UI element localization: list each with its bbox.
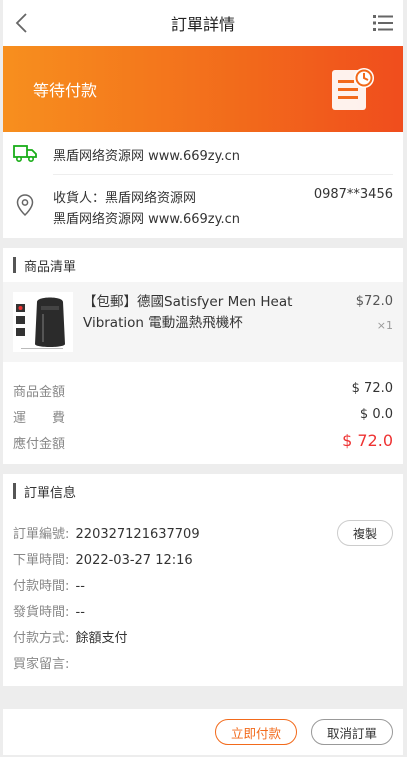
page-title: 訂單詳情 (170, 15, 235, 34)
top-header: 訂單詳情 (3, 0, 403, 46)
product-item[interactable]: 【包郵】德國Satisfyer Men Heat Vibration 電動溫熱飛… (3, 282, 403, 362)
payable-label: 應付金額 (13, 437, 66, 452)
shipping-card: 黑盾网络资源网 www.669zy.cn 收貨人：黑盾网络资源网 0987**3… (3, 132, 403, 238)
paid-time-label: 付款時間: (13, 579, 70, 594)
shipping-info: 黑盾网络资源网 www.669zy.cn (53, 149, 240, 164)
status-banner: 等待付款 (3, 46, 403, 132)
copy-button[interactable]: 複製 (337, 520, 393, 546)
truck-icon (13, 145, 37, 163)
goods-section-header: 商品清單 (3, 248, 403, 282)
payable-value: $ 72.0 (342, 431, 393, 450)
receiver-address: 黑盾网络资源网 www.669zy.cn (53, 212, 240, 227)
section-marker (13, 483, 16, 499)
product-price: $72.0 (355, 294, 393, 309)
amount-summary: 商品金額 $ 72.0 運費 $ 0.0 應付金額 $ 72.0 (3, 362, 403, 464)
shipping-row: 黑盾网络资源网 www.669zy.cn (3, 132, 403, 174)
action-bar: 立即付款 取消訂單 (3, 709, 403, 755)
cancel-order-button[interactable]: 取消訂單 (311, 719, 393, 745)
list-menu-icon[interactable] (373, 14, 393, 32)
order-number-row: 訂單編號: 220327121637709 (13, 523, 200, 543)
payment-method-label: 付款方式: (13, 631, 70, 646)
goods-amount-value: $ 72.0 (351, 381, 393, 396)
paid-time-row: 付款時間: -- (13, 575, 85, 595)
paid-time: -- (75, 579, 85, 594)
section-marker (13, 257, 16, 273)
shipped-time: -- (75, 605, 85, 620)
shipping-fee-label: 運費 (13, 411, 92, 426)
buyer-remark-label: 買家留言: (13, 657, 70, 672)
order-number: 220327121637709 (75, 527, 200, 542)
product-image[interactable] (13, 292, 73, 352)
order-number-label: 訂單編號: (13, 527, 70, 542)
goods-amount-row: 商品金額 $ 72.0 (13, 381, 393, 401)
order-clock-icon (332, 68, 374, 110)
section-title: 訂單信息 (24, 485, 77, 501)
payment-method-row: 付款方式: 餘額支付 (13, 627, 128, 647)
pay-now-button[interactable]: 立即付款 (215, 719, 297, 745)
chevron-left-icon[interactable] (13, 12, 33, 34)
divider (53, 174, 393, 175)
shipping-fee-row: 運費 $ 0.0 (13, 407, 393, 427)
product-quantity: ×1 (376, 319, 393, 332)
section-title: 商品清單 (24, 259, 77, 275)
goods-amount-label: 商品金額 (13, 385, 66, 400)
order-status: 等待付款 (33, 81, 98, 100)
order-info: 訂單編號: 220327121637709 複製 下單時間: 2022-03-2… (3, 508, 403, 686)
shipped-time-label: 發貨時間: (13, 605, 70, 620)
product-name[interactable]: 【包郵】德國Satisfyer Men Heat Vibration 電動溫熱飛… (83, 292, 323, 334)
created-time-row: 下單時間: 2022-03-27 12:16 (13, 549, 193, 569)
shipped-time-row: 發貨時間: -- (13, 601, 85, 621)
shipping-fee-value: $ 0.0 (359, 407, 393, 422)
payment-method: 餘額支付 (75, 631, 128, 646)
location-pin-icon (16, 194, 34, 216)
payable-row: 應付金額 $ 72.0 (13, 431, 393, 453)
order-detail-page: 訂單詳情 等待付款 黑盾网络资源网 www.669zy.cn 收貨人：黑盾网络资… (3, 0, 403, 757)
created-time-label: 下單時間: (13, 553, 70, 568)
receiver-phone: 0987**3456 (313, 187, 393, 202)
receiver-name: 收貨人：黑盾网络资源网 (53, 191, 197, 206)
order-section-header: 訂單信息 (3, 474, 403, 508)
created-time: 2022-03-27 12:16 (75, 553, 193, 568)
buyer-remark-row: 買家留言: (13, 653, 71, 673)
